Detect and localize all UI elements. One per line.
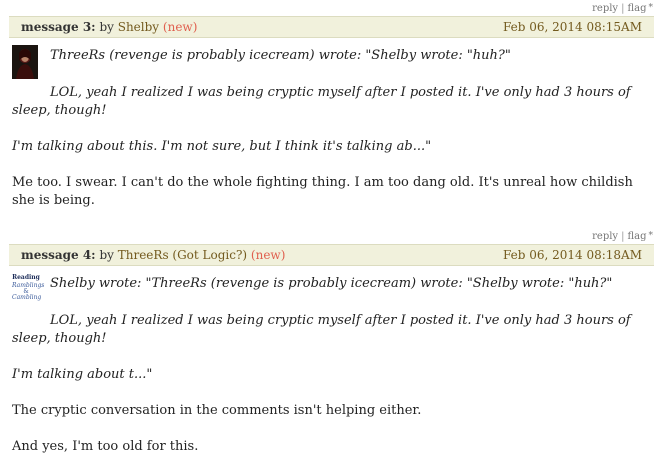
action-separator: | xyxy=(621,3,625,14)
message-number: message 4: xyxy=(21,248,96,262)
message-header: message 3: by Shelby (new) Feb 06, 2014 … xyxy=(9,16,654,38)
flag-link[interactable]: flag xyxy=(627,231,646,242)
quote-line: ThreeRs (revenge is probably icecream) w… xyxy=(50,48,511,63)
message-date-link[interactable]: Feb 06, 2014 08:15AM xyxy=(503,17,642,37)
message-header: message 4: by ThreeRs (Got Logic?) (new)… xyxy=(9,244,654,266)
message-author-link[interactable]: ThreeRs (Got Logic?) xyxy=(118,248,247,262)
new-badge: (new) xyxy=(250,248,286,262)
reply-paragraph: Me too. I swear. I can't do the whole fi… xyxy=(12,175,633,208)
action-separator: | xyxy=(621,231,625,242)
by-text: by xyxy=(99,20,114,34)
flag-marker: * xyxy=(648,231,654,241)
quote-line: Shelby wrote: "ThreeRs (revenge is proba… xyxy=(50,276,613,291)
reply-link[interactable]: reply xyxy=(592,3,618,14)
message-number: message 3: xyxy=(21,20,96,34)
reply-paragraph: The cryptic conversation in the comments… xyxy=(12,403,422,418)
flag-link[interactable]: flag xyxy=(627,3,646,14)
reply-paragraph: And yes, I'm too old for this. xyxy=(12,439,199,454)
quoted-paragraph: LOL, yeah I realized I was being cryptic… xyxy=(12,85,631,118)
reply-link[interactable]: reply xyxy=(592,231,618,242)
quoted-paragraph: LOL, yeah I realized I was being cryptic… xyxy=(12,313,631,346)
message-date-link[interactable]: Feb 06, 2014 08:18AM xyxy=(503,245,642,265)
message-actions: reply | flag * xyxy=(592,231,653,242)
message-actions: reply | flag * xyxy=(592,3,653,14)
message-body: ThreeRs (revenge is probably icecream) w… xyxy=(12,47,651,210)
message-body: Shelby wrote: "ThreeRs (revenge is proba… xyxy=(12,275,651,456)
message-author-link[interactable]: Shelby xyxy=(118,20,159,34)
by-text: by xyxy=(99,248,114,262)
quoted-paragraph: I'm talking about t..." xyxy=(12,367,153,382)
new-badge: (new) xyxy=(162,20,198,34)
quoted-paragraph: I'm talking about this. I'm not sure, bu… xyxy=(12,139,432,154)
flag-marker: * xyxy=(648,3,654,13)
